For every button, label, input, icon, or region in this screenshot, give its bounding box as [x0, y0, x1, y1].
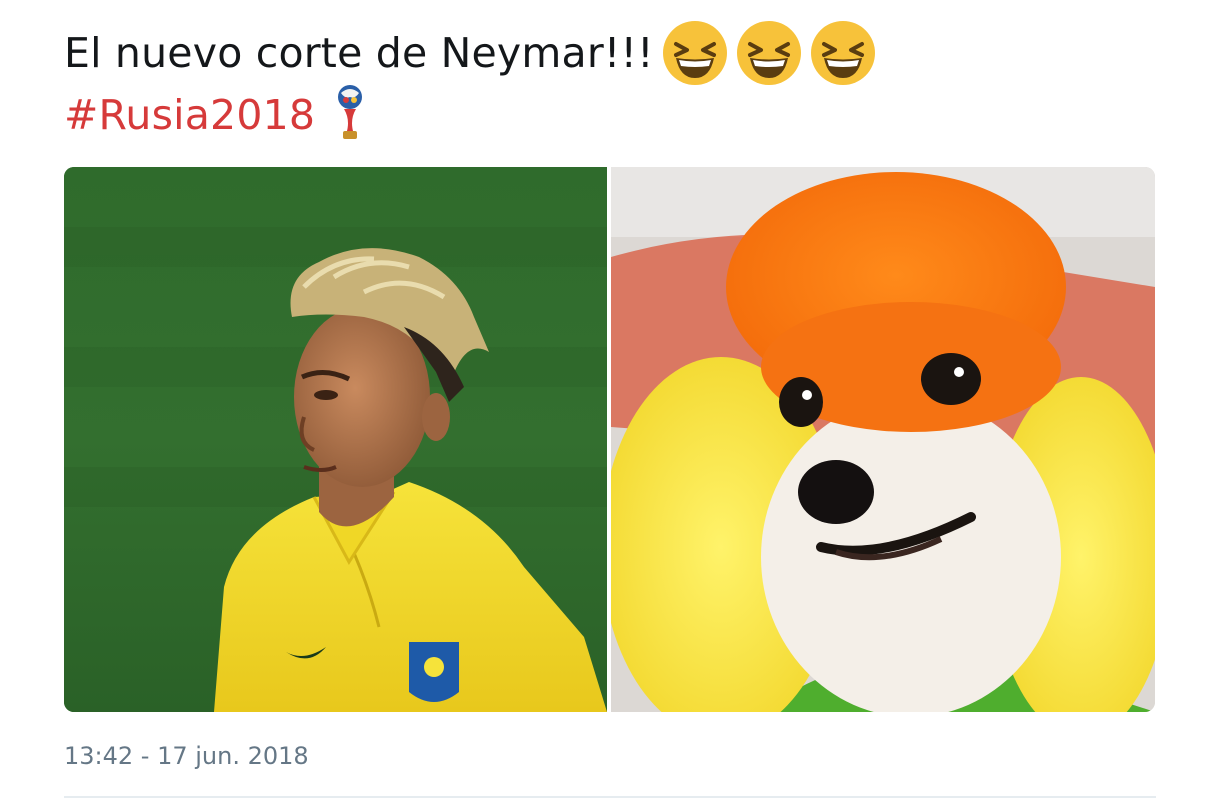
- media-image-poodle[interactable]: [611, 167, 1155, 712]
- tweet-text-line: El nuevo corte de Neymar!!!: [64, 20, 1164, 86]
- tweet-media-grid[interactable]: [64, 167, 1155, 712]
- tweet-body-text: El nuevo corte de Neymar!!!: [64, 29, 654, 77]
- hashtag-link[interactable]: #Rusia2018: [64, 84, 315, 146]
- tweet-text: El nuevo corte de Neymar!!! #Rusia2018: [64, 20, 1164, 146]
- media-image-footballer[interactable]: [64, 167, 607, 712]
- tweet-card: El nuevo corte de Neymar!!! #Rusia2018 1…: [0, 0, 1224, 802]
- laughing-emoji-icon: [736, 20, 802, 86]
- tweet-text-line: #Rusia2018: [64, 84, 1164, 146]
- laughing-emoji-icon: [810, 20, 876, 86]
- world-cup-trophy-icon: [335, 83, 365, 141]
- tweet-timestamp[interactable]: 13:42 - 17 jun. 2018: [64, 738, 309, 774]
- laughing-emoji-icon: [662, 20, 728, 86]
- tweet-divider: [64, 796, 1156, 798]
